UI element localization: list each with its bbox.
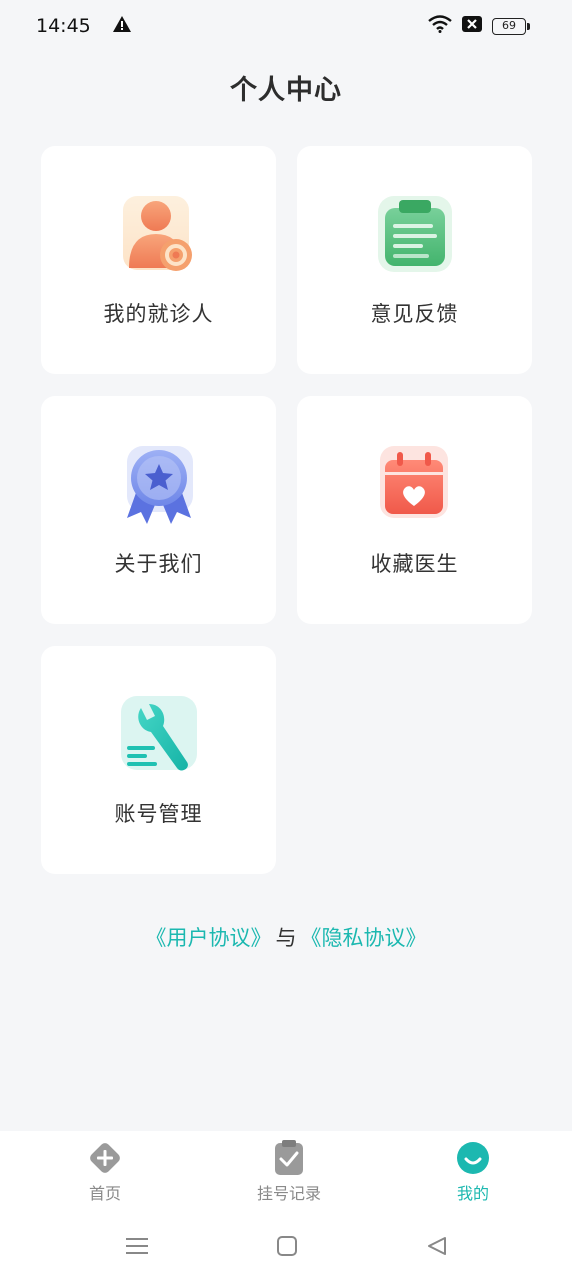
menu-card-label: 我的就诊人 <box>103 302 214 326</box>
menu-card-label: 收藏医生 <box>370 552 459 576</box>
menu-card-label: 意见反馈 <box>370 302 459 326</box>
tab-home[interactable]: 首页 <box>60 1131 150 1216</box>
back-triangle-icon[interactable] <box>426 1235 448 1261</box>
user-agreement-link[interactable]: 《用户协议》 <box>146 926 272 950</box>
home-square-icon[interactable] <box>276 1235 298 1261</box>
menu-card-feedback[interactable]: 意见反馈 <box>297 146 532 374</box>
page-title: 个人中心 <box>230 75 342 106</box>
agreements-separator: 与 <box>275 926 297 950</box>
menu-icon[interactable] <box>126 1236 148 1260</box>
patient-settings-icon <box>119 194 199 274</box>
battery-icon: 69 <box>492 17 530 35</box>
bottom-tab-bar: 首页 挂号记录 我的 <box>0 1131 572 1216</box>
tab-records[interactable]: 挂号记录 <box>244 1131 334 1216</box>
tab-label: 挂号记录 <box>256 1184 321 1203</box>
wrench-icon <box>119 694 199 774</box>
menu-card-favorite-doctors[interactable]: 收藏医生 <box>297 396 532 624</box>
menu-card-about[interactable]: 关于我们 <box>41 396 276 624</box>
system-nav-bar <box>0 1216 572 1280</box>
menu-card-patients[interactable]: 我的就诊人 <box>41 146 276 374</box>
calendar-heart-icon <box>375 444 455 524</box>
smile-face-icon <box>455 1140 491 1176</box>
battery-level: 69 <box>502 18 516 32</box>
status-bar: 14:45 69 <box>0 0 572 52</box>
tab-mine[interactable]: 我的 <box>428 1131 518 1216</box>
agreements: 《用户协议》与《隐私协议》 <box>0 922 572 952</box>
menu-card-label: 关于我们 <box>114 552 203 576</box>
award-badge-icon <box>119 444 199 524</box>
home-plus-icon <box>87 1140 123 1176</box>
clipboard-check-icon <box>271 1140 307 1176</box>
menu-card-label: 账号管理 <box>114 802 203 826</box>
wifi-icon <box>428 15 452 37</box>
alert-icon <box>112 15 131 37</box>
tab-label: 首页 <box>88 1184 121 1203</box>
feedback-clipboard-icon <box>375 194 455 274</box>
notification-icon <box>462 15 482 37</box>
menu-card-account[interactable]: 账号管理 <box>41 646 276 874</box>
tab-label: 我的 <box>456 1184 489 1203</box>
status-time: 14:45 <box>36 15 91 37</box>
privacy-agreement-link[interactable]: 《隐私协议》 <box>301 926 427 950</box>
